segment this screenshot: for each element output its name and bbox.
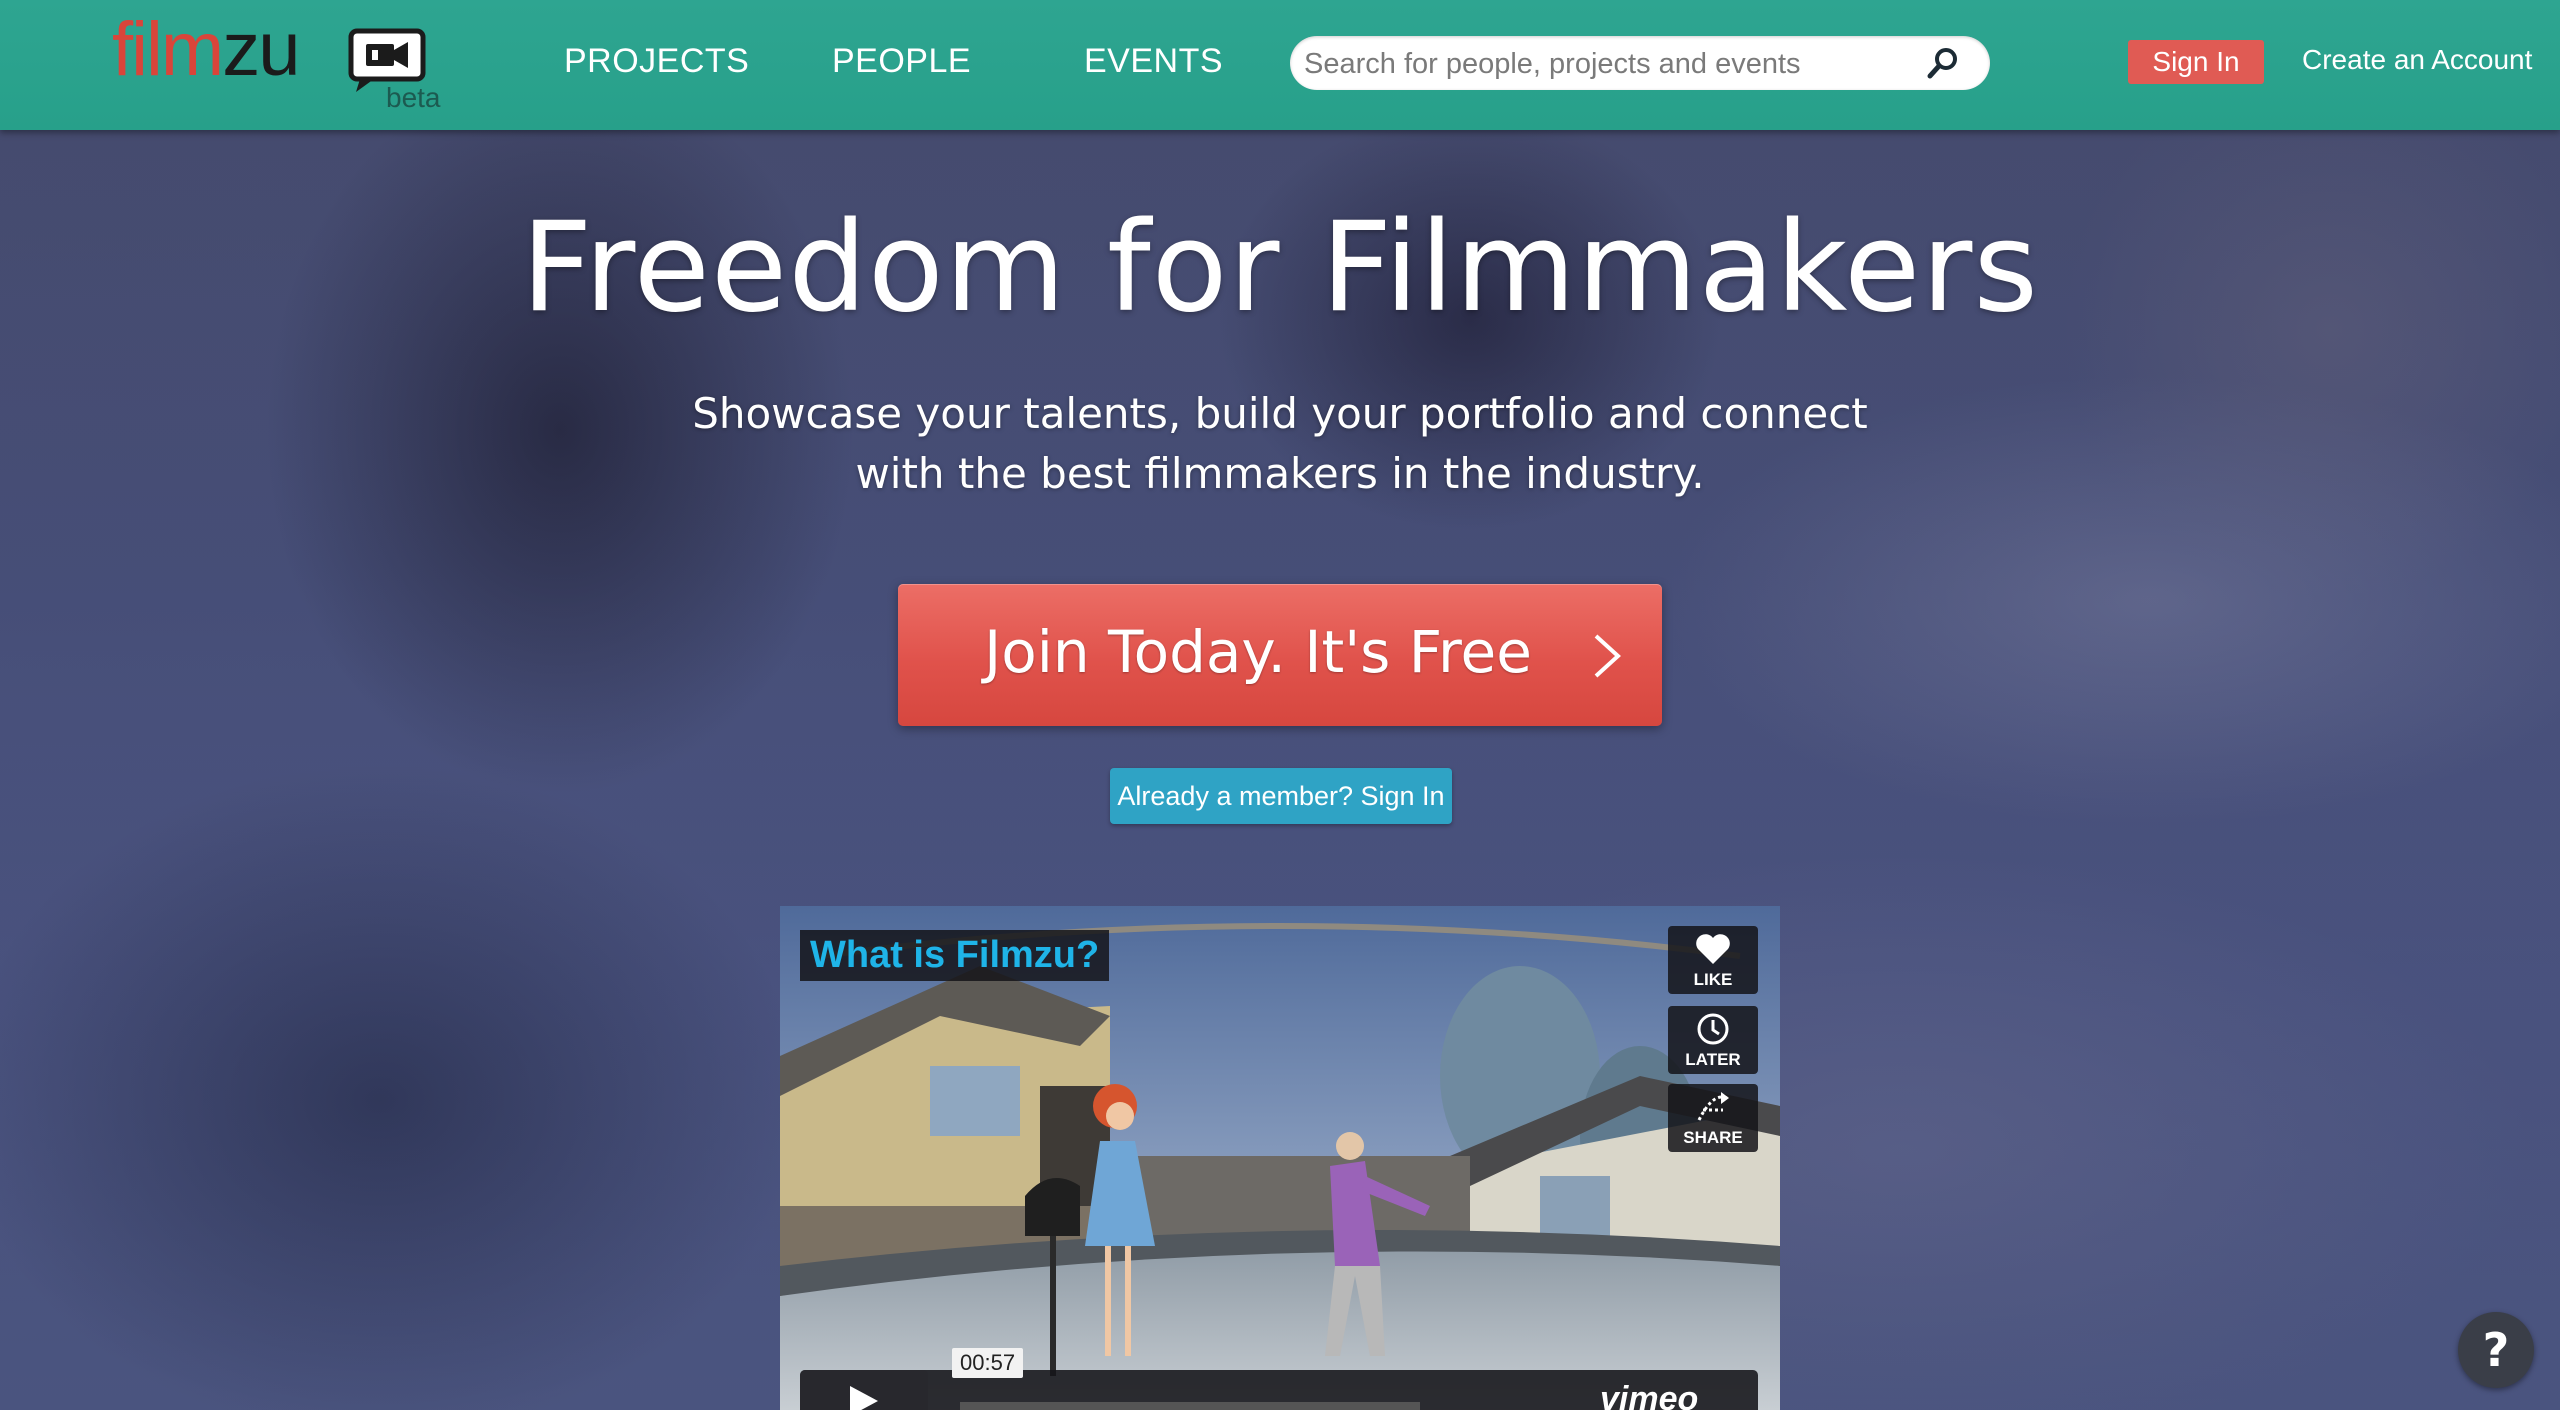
video-like-label: LIKE — [1693, 970, 1733, 989]
join-today-label: Join Today. It's Free — [984, 618, 1532, 686]
member-sign-in-button[interactable]: Already a member? Sign In — [1110, 768, 1452, 824]
play-icon — [850, 1386, 878, 1410]
video-title: What is Filmzu? — [800, 930, 1110, 981]
video-controls: 00:57 vimeo — [800, 1348, 1758, 1410]
video-player[interactable]: What is Filmzu? LIKE LATER SHARE 00:57 v… — [780, 906, 1780, 1410]
beta-badge: beta — [386, 82, 441, 113]
play-button[interactable] — [800, 1370, 928, 1410]
sign-in-button[interactable]: Sign In — [2128, 40, 2264, 84]
search-box — [1290, 36, 1990, 90]
share-icon — [1697, 1092, 1729, 1121]
vimeo-logo[interactable]: vimeo — [1600, 1380, 1698, 1410]
chevron-right-icon — [1594, 634, 1621, 678]
filmzu-logo[interactable]: filmzu beta — [112, 7, 442, 114]
search-input[interactable] — [1302, 42, 1906, 86]
nav-events[interactable]: EVENTS — [1084, 42, 1223, 81]
help-button[interactable]: ? — [2458, 1312, 2534, 1388]
video-share-label: SHARE — [1683, 1128, 1743, 1147]
video-share-button[interactable]: SHARE — [1668, 1084, 1758, 1152]
nav-people[interactable]: PEOPLE — [832, 42, 971, 81]
video-later-label: LATER — [1685, 1050, 1741, 1069]
clock-icon — [1697, 1013, 1729, 1045]
heart-icon — [1696, 934, 1730, 964]
create-account-link[interactable]: Create an Account — [2302, 44, 2532, 76]
video-later-button[interactable]: LATER — [1668, 1006, 1758, 1074]
top-navigation-bar: filmzu beta PROJECTS PEOPLE EVENTS Sign … — [0, 0, 2560, 130]
video-like-button[interactable]: LIKE — [1668, 926, 1758, 994]
search-icon[interactable] — [1926, 46, 1960, 80]
hero-subtitle-line: Showcase your talents, build your portfo… — [692, 389, 1868, 438]
nav-projects[interactable]: PROJECTS — [564, 42, 749, 81]
video-duration: 00:57 — [952, 1348, 1024, 1378]
hero-subtitle: Showcase your talents, build your portfo… — [0, 384, 2560, 504]
hero-subtitle-line: with the best filmmakers in the industry… — [855, 449, 1705, 498]
hero-title: Freedom for Filmmakers — [521, 196, 2039, 340]
join-today-button[interactable]: Join Today. It's Free — [898, 584, 1662, 726]
video-progress-bar[interactable] — [960, 1402, 1420, 1410]
logo-wordmark: filmzu — [112, 7, 300, 92]
video-thumbnail — [780, 906, 1780, 1410]
